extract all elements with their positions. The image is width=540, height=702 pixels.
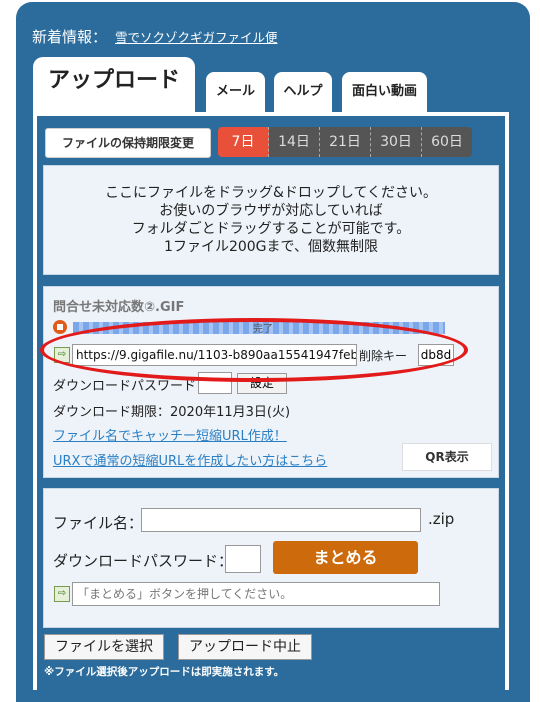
retention-change-button[interactable]: ファイルの保持期限変更 [45,128,211,158]
drop-text-4: 1ファイル200Gまで、個数無制限 [164,239,378,255]
catchy-url-link[interactable]: ファイル名でキャッチー短縮URL作成！ [53,425,287,444]
tab-help[interactable]: ヘルプ [274,72,332,112]
zip-extension: .zip [428,510,455,528]
stop-icon[interactable] [53,320,67,334]
day-option-7[interactable]: 7日 [218,127,269,157]
zip-url-field[interactable]: 「まとめる」ボタンを押してください。 [72,582,440,606]
uploaded-filename: 問合せ未対応数②.GIF [53,300,185,315]
zip-filename-field[interactable] [141,508,421,532]
day-option-21[interactable]: 21日 [320,127,371,157]
drop-text-3: フォルダごとドラッグすることが可能です。 [131,221,411,237]
matome-button[interactable]: まとめる [273,541,418,574]
drop-text-2: お使いのブラウザが対応していれば [159,203,383,219]
day-option-14[interactable]: 14日 [269,127,320,157]
download-expiry: ダウンロード期限：2020年11月3日(火) [53,405,291,420]
stop-upload-button[interactable]: アップロード中止 [178,634,312,660]
annotation-oval [40,318,468,382]
select-file-button[interactable]: ファイルを選択 [44,634,164,660]
tab-video[interactable]: 面白い動画 [342,72,427,112]
drop-text-1: ここにファイルをドラッグ&ドロップしてください。 [104,185,438,201]
zip-password-field[interactable] [225,545,261,573]
urx-link[interactable]: URXで通常の短縮URLを作成したい方はこちら [53,450,327,469]
qr-button[interactable]: QR表示 [402,443,492,471]
zip-password-label: ダウンロードパスワード： [53,552,234,570]
retention-days: 7日 14日 21日 30日 60日 [218,127,472,157]
news-link[interactable]: 雪でソクゾクギガファイル便 [115,30,278,45]
news-bar: 新着情報： 雪でソクゾクギガファイル便 [32,26,278,47]
drop-zone[interactable]: ここにファイルをドラッグ&ドロップしてください。 お使いのブラウザが対応していれ… [43,165,499,275]
tab-upload[interactable]: アップロード [33,57,195,113]
day-option-60[interactable]: 60日 [422,127,472,157]
footer-note: ※ファイル選択後アップロードは即実施されます。 [44,666,285,678]
day-option-30[interactable]: 30日 [371,127,422,157]
news-label: 新着情報： [32,28,108,46]
copy-zip-url-icon[interactable]: ⇨ [54,586,70,602]
zip-filename-label: ファイル名： [53,514,144,532]
tab-mail[interactable]: メール [206,72,265,112]
